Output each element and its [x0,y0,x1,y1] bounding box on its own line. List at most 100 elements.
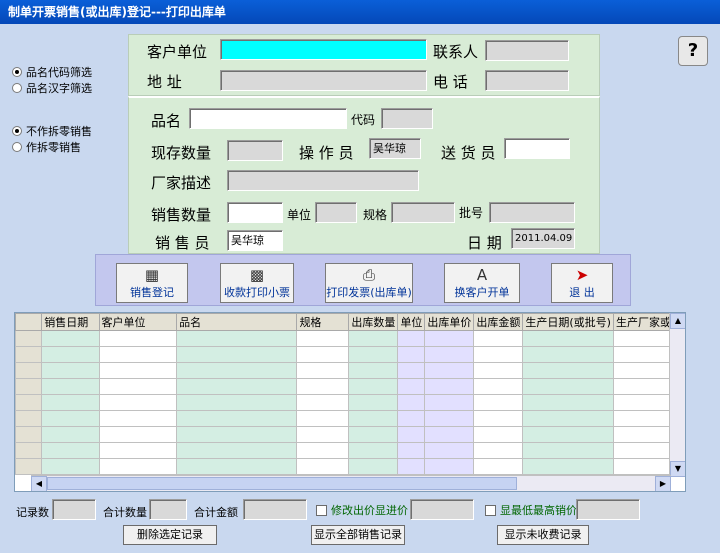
table-cell[interactable] [424,346,475,363]
stock-input[interactable] [227,140,283,161]
column-header[interactable]: 品名 [176,313,298,331]
product-name-input[interactable] [189,108,347,129]
date-input[interactable]: 2011.04.09 [511,228,575,249]
column-header[interactable]: 出库单价 [424,313,475,331]
table-cell[interactable] [41,378,100,395]
table-cell[interactable] [41,458,100,475]
delete-record-button[interactable]: 删除选定记录 [123,525,217,545]
table-cell[interactable] [473,330,524,347]
table-row[interactable] [15,442,685,459]
table-cell[interactable] [522,442,614,459]
table-cell[interactable] [41,346,100,363]
table-cell[interactable] [424,442,475,459]
table-cell[interactable] [15,362,43,379]
filter-by-code-radio[interactable]: 品名代码筛选 [12,64,92,80]
table-cell[interactable] [424,458,475,475]
table-cell[interactable] [41,410,100,427]
table-cell[interactable] [15,426,43,443]
unit-input[interactable] [315,202,357,223]
code-input[interactable] [381,108,433,129]
table-cell[interactable] [348,330,399,347]
table-row[interactable] [15,394,685,411]
table-cell[interactable] [15,330,43,347]
column-header[interactable]: 销售日期 [41,313,100,331]
table-cell[interactable] [98,362,178,379]
column-header[interactable]: 客户单位 [98,313,178,331]
table-cell[interactable] [397,394,426,411]
table-cell[interactable] [473,346,524,363]
table-cell[interactable] [348,442,399,459]
deliverer-input[interactable] [504,138,570,159]
filter-by-name-radio[interactable]: 品名汉字筛选 [12,80,92,96]
sales-grid[interactable]: 销售日期 客户单位 品名 规格 出库数量 单位 出库单价 出库金额 生产日期(或批号) 生产厂家或… [14,312,686,492]
address-input[interactable] [220,70,427,91]
table-cell[interactable] [176,426,298,443]
table-cell[interactable] [41,426,100,443]
table-cell[interactable] [296,442,350,459]
table-cell[interactable] [348,378,399,395]
horizontal-scrollbar[interactable]: ◀ ▶ [31,475,671,491]
table-cell[interactable] [296,394,350,411]
table-cell[interactable] [522,378,614,395]
table-cell[interactable] [176,410,298,427]
table-cell[interactable] [98,378,178,395]
table-cell[interactable] [176,362,298,379]
table-row[interactable] [15,378,685,395]
table-cell[interactable] [15,378,43,395]
table-cell[interactable] [296,330,350,347]
receipt-print-button[interactable]: ▩ 收款打印小票 [220,263,294,303]
table-cell[interactable] [15,394,43,411]
switch-customer-button[interactable]: A 换客户开单 [444,263,520,303]
phone-input[interactable] [485,70,569,91]
table-cell[interactable] [397,442,426,459]
column-header[interactable]: 出库金额 [473,313,524,331]
table-cell[interactable] [424,426,475,443]
table-cell[interactable] [424,394,475,411]
table-cell[interactable] [15,346,43,363]
column-header[interactable]: 规格 [296,313,350,331]
scroll-up-icon[interactable]: ▲ [670,313,685,329]
table-cell[interactable] [98,346,178,363]
table-cell[interactable] [397,362,426,379]
table-cell[interactable] [473,410,524,427]
contact-input[interactable] [485,40,569,61]
show-all-records-button[interactable]: 显示全部销售记录 [311,525,405,545]
customer-unit-input[interactable] [220,39,427,60]
table-cell[interactable] [522,330,614,347]
table-cell[interactable] [98,458,178,475]
no-retail-radio[interactable]: 不作拆零销售 [12,123,92,139]
table-cell[interactable] [41,362,100,379]
sales-register-button[interactable]: ▦ 销售登记 [116,263,188,303]
table-row[interactable] [15,458,685,475]
table-cell[interactable] [348,362,399,379]
show-minmax-checkbox[interactable]: 显最低最高销价 [485,502,577,518]
table-cell[interactable] [41,330,100,347]
table-cell[interactable] [473,378,524,395]
scroll-left-icon[interactable]: ◀ [31,476,47,491]
table-cell[interactable] [15,458,43,475]
table-cell[interactable] [98,394,178,411]
table-cell[interactable] [473,362,524,379]
table-cell[interactable] [296,458,350,475]
table-cell[interactable] [348,410,399,427]
table-cell[interactable] [176,394,298,411]
table-cell[interactable] [522,362,614,379]
scroll-down-icon[interactable]: ▼ [670,461,685,477]
table-cell[interactable] [424,362,475,379]
invoice-print-button[interactable]: ⎙ 打印发票(出库单) [325,263,413,303]
table-cell[interactable] [176,378,298,395]
table-cell[interactable] [522,410,614,427]
sale-qty-input[interactable] [227,202,283,223]
table-cell[interactable] [98,330,178,347]
table-cell[interactable] [522,458,614,475]
table-cell[interactable] [296,410,350,427]
table-cell[interactable] [176,330,298,347]
table-cell[interactable] [424,410,475,427]
table-cell[interactable] [348,394,399,411]
table-row[interactable] [15,330,685,347]
table-cell[interactable] [98,442,178,459]
column-header[interactable]: 出库数量 [348,313,399,331]
table-cell[interactable] [176,346,298,363]
table-cell[interactable] [522,346,614,363]
table-cell[interactable] [473,426,524,443]
